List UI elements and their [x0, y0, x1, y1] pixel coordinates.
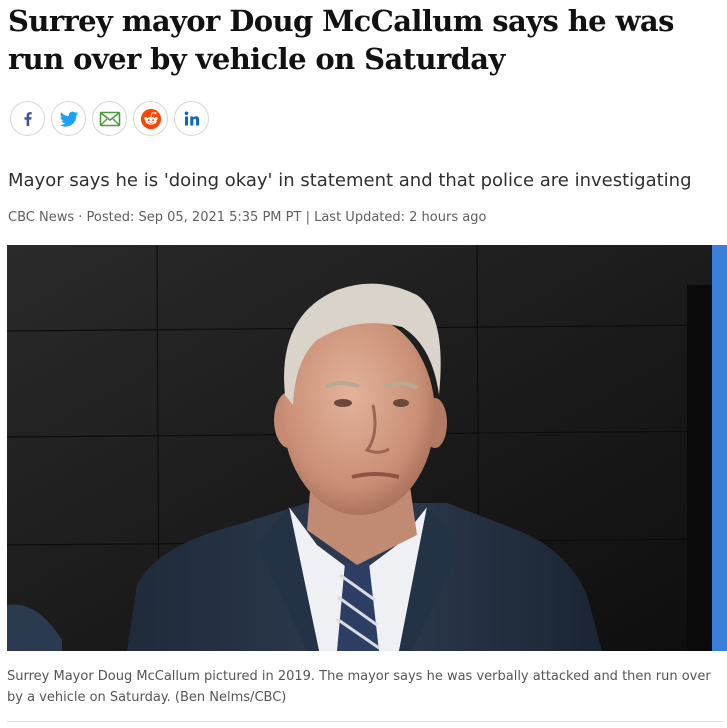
article-byline: CBC News · Posted: Sep 05, 2021 5:35 PM … — [8, 210, 486, 225]
reddit-icon — [140, 108, 161, 129]
article-photo — [7, 245, 727, 651]
byline-divider: | — [301, 210, 315, 225]
article-headline: Surrey mayor Doug McCallum says he was r… — [8, 4, 674, 76]
share-reddit-button[interactable] — [133, 101, 168, 136]
share-email-button[interactable] — [92, 101, 127, 136]
linkedin-icon — [184, 111, 199, 125]
byline-posted: Posted: Sep 05, 2021 5:35 PM PT — [86, 210, 302, 225]
share-bar — [10, 101, 209, 136]
share-twitter-button[interactable] — [51, 101, 86, 136]
photo-caption: Surrey Mayor Doug McCallum pictured in 2… — [7, 669, 711, 705]
article-deck: Mayor says he is 'doing okay' in stateme… — [8, 170, 692, 191]
email-icon — [99, 111, 120, 126]
share-linkedin-button[interactable] — [174, 101, 209, 136]
twitter-icon — [59, 111, 78, 127]
share-facebook-button[interactable] — [10, 101, 45, 136]
byline-separator: · — [74, 210, 87, 225]
divider — [7, 721, 723, 722]
facebook-icon — [24, 111, 32, 126]
byline-source: CBC News — [8, 210, 75, 225]
byline-updated: Last Updated: 2 hours ago — [314, 210, 487, 225]
